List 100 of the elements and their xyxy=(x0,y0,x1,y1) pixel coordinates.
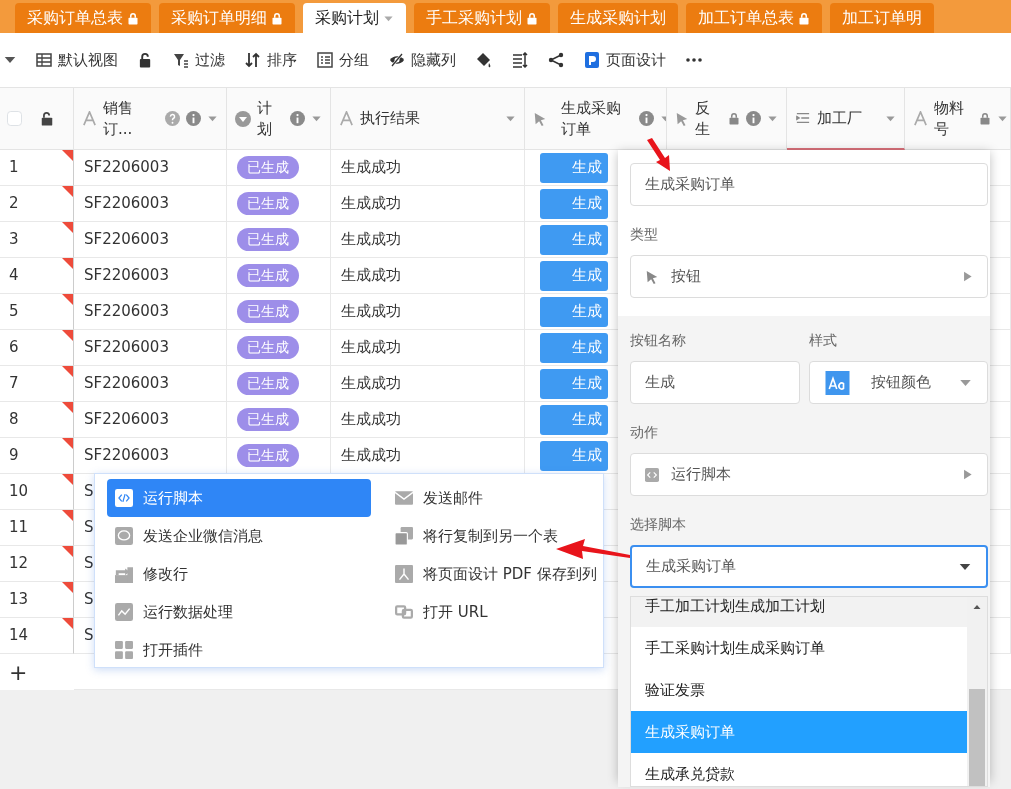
row-number: 6 xyxy=(9,337,19,359)
share-icon[interactable] xyxy=(548,52,564,68)
toolbar-button[interactable]: 分组 xyxy=(317,48,369,72)
paint-bucket-icon[interactable] xyxy=(476,52,492,68)
toolbar-button[interactable]: 过滤 xyxy=(173,48,225,72)
comment-marker-icon xyxy=(62,330,73,341)
style-select[interactable]: 按钮颜色 xyxy=(809,361,988,404)
info-icon[interactable] xyxy=(746,111,761,126)
sort-icon xyxy=(245,52,261,68)
table-cell-text: SF2206003 xyxy=(84,157,169,179)
select-all-checkbox[interactable] xyxy=(7,111,22,126)
cursor-icon xyxy=(645,269,659,284)
field-label: 样式 xyxy=(809,331,838,350)
table-cell-text: 生成成功 xyxy=(341,229,401,251)
caret-icon xyxy=(207,113,218,124)
sheet-tab[interactable]: 采购计划 xyxy=(303,3,406,33)
table-cell-text: S xyxy=(84,517,94,539)
table-cell-text: SF2206003 xyxy=(84,445,169,467)
info-icon[interactable] xyxy=(639,111,654,126)
status-tag: 已生成 xyxy=(237,444,299,467)
pdf-icon xyxy=(395,565,413,583)
table-cell-text: 生成成功 xyxy=(341,301,401,323)
comment-marker-icon xyxy=(62,222,73,233)
menu-item[interactable]: 运行数据处理 xyxy=(107,593,371,631)
caret-icon xyxy=(997,113,1008,124)
toolbar-button[interactable]: 页面设计 xyxy=(584,48,666,72)
comment-marker-icon xyxy=(62,618,73,629)
table-cell-text: S xyxy=(84,553,94,575)
unlock-icon[interactable] xyxy=(138,52,153,68)
menu-item[interactable]: 发送邮件 xyxy=(387,479,605,517)
info-icon[interactable] xyxy=(186,111,201,126)
menu-item[interactable]: 打开插件 xyxy=(107,631,371,669)
button-name-field[interactable]: 生成 xyxy=(630,361,800,404)
column-header[interactable]: 反生 xyxy=(667,87,787,150)
column-header[interactable]: 执行结果 xyxy=(331,87,525,150)
script-select[interactable]: 生成采购订单 xyxy=(630,545,988,588)
table-cell-text: 生成成功 xyxy=(341,265,401,287)
column-header[interactable]: 加工厂 xyxy=(787,87,905,150)
mail-icon xyxy=(395,489,413,507)
document-icon xyxy=(584,52,600,68)
column-header[interactable]: 计划 xyxy=(227,87,331,150)
type-select[interactable]: 按钮 xyxy=(630,255,988,298)
comment-marker-icon xyxy=(62,366,73,377)
cursor-icon xyxy=(533,111,547,126)
grid-icon xyxy=(36,52,52,68)
row-number: 5 xyxy=(9,301,19,323)
menu-item[interactable]: 打开 URL xyxy=(387,593,605,631)
cursor-icon xyxy=(675,111,689,126)
column-header[interactable]: 物料号 xyxy=(905,87,1011,150)
column-title: 反生 xyxy=(695,98,711,139)
menu-item[interactable]: 运行脚本 xyxy=(107,479,371,517)
table-cell-text: SF2206003 xyxy=(84,265,169,287)
table-cell-text: S xyxy=(84,625,94,647)
table-cell-text: SF2206003 xyxy=(84,337,169,359)
table-cell-text: SF2206003 xyxy=(84,229,169,251)
column-header[interactable]: 销售订... xyxy=(74,87,227,150)
info-icon[interactable] xyxy=(290,111,305,126)
scrollbar-thumb[interactable] xyxy=(969,689,985,786)
lock-icon xyxy=(271,11,283,25)
status-tag: 已生成 xyxy=(237,264,299,287)
row-height-icon[interactable] xyxy=(512,52,528,68)
status-tag: 已生成 xyxy=(237,228,299,251)
toolbar-button[interactable]: 隐藏列 xyxy=(389,48,456,72)
menu-item[interactable]: 修改行 xyxy=(107,555,371,593)
list-type-icon xyxy=(795,111,811,125)
status-tag: 已生成 xyxy=(237,192,299,215)
lock-icon[interactable] xyxy=(40,111,54,126)
name-field[interactable]: 生成采购订单 xyxy=(630,163,988,206)
caret-icon xyxy=(505,113,516,124)
table-cell-text: S xyxy=(84,589,94,611)
link-icon xyxy=(395,603,413,621)
comment-marker-icon xyxy=(62,294,73,305)
comment-marker-icon xyxy=(62,582,73,593)
table-cell-text: SF2206003 xyxy=(84,373,169,395)
row-number: 8 xyxy=(9,409,19,431)
font-style-icon xyxy=(824,370,851,395)
menu-item[interactable]: 将页面设计 PDF 保存到列 xyxy=(387,555,605,593)
add-row-button[interactable]: + xyxy=(9,655,28,689)
menu-item[interactable]: 发送企业微信消息 xyxy=(107,517,371,555)
text-type-icon xyxy=(82,111,97,126)
caret-icon xyxy=(311,113,322,124)
row-number: 3 xyxy=(9,229,19,251)
comment-marker-icon xyxy=(62,258,73,269)
table-cell-text: 生成成功 xyxy=(341,337,401,359)
column-header[interactable]: 生成采购订单 xyxy=(525,87,667,150)
action-select[interactable]: 运行脚本 xyxy=(630,453,988,496)
table-cell-text: S xyxy=(84,481,94,503)
arrow xyxy=(644,138,672,172)
row-number: 11 xyxy=(9,517,29,539)
dropdown-option[interactable]: 手工加工计划生成加工计划 xyxy=(631,597,967,627)
toolbar-button[interactable]: 默认视图 xyxy=(36,48,118,72)
status-tag: 已生成 xyxy=(237,300,299,323)
toolbar-button[interactable]: 排序 xyxy=(245,48,297,72)
copy-icon xyxy=(395,527,413,545)
row-number: 14 xyxy=(9,625,29,647)
code-icon xyxy=(115,489,133,507)
scroll-up-icon[interactable] xyxy=(972,603,982,611)
field-label: 按钮名称 xyxy=(630,331,687,350)
chevron-right-icon xyxy=(962,270,973,283)
chat-icon xyxy=(115,527,133,545)
